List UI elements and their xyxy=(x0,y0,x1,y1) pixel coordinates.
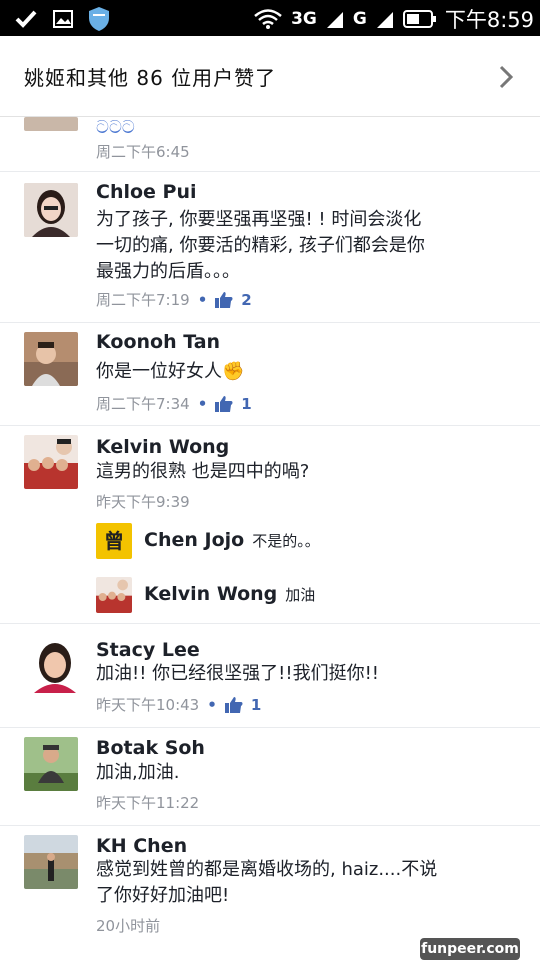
comment-line: 加油!! 你已经很坚强了!!我们挺你!! xyxy=(96,663,380,684)
thumbs-up-icon[interactable] xyxy=(215,291,233,308)
comment-meta: 周二下午7:19 • 2 xyxy=(96,289,252,310)
image-icon xyxy=(53,10,73,28)
avatar-image xyxy=(30,639,80,693)
avatar[interactable] xyxy=(24,332,78,386)
divider xyxy=(0,171,540,172)
comment-time: 20小时前 xyxy=(96,917,161,935)
avatar[interactable] xyxy=(24,835,78,889)
like-count: 1 xyxy=(241,394,252,413)
comment-text: 感觉到姓曾的都是离婚收场的, haiz....不说 了你好好加油吧! xyxy=(96,857,437,909)
divider xyxy=(0,425,540,426)
divider xyxy=(0,322,540,323)
comment-line: 了你好好加油吧! xyxy=(96,885,230,906)
meta-dot: • xyxy=(207,695,217,714)
reply-row: Kelvin Wong 加油 xyxy=(144,583,315,605)
comment-author[interactable]: KH Chen xyxy=(96,835,187,857)
comment-meta: 20小时前 xyxy=(96,915,160,936)
avatar[interactable] xyxy=(24,183,78,237)
chevron-right-icon[interactable] xyxy=(498,64,514,90)
comment-time: 昨天下午9:39 xyxy=(96,493,190,511)
avatar-image xyxy=(24,183,78,237)
watermark: funpeer.com xyxy=(420,938,520,960)
comment-list[interactable]: ටටට 周二下午6:45 Chloe Pui 为了孩子, 你要坚强再坚强! ! … xyxy=(0,117,540,960)
avatar-image xyxy=(24,435,78,489)
avatar[interactable]: 曾 xyxy=(96,523,132,559)
network-g-label: G xyxy=(352,9,367,29)
comment-text: 为了孩子, 你要坚强再坚强! ! 时间会淡化 一切的痛, 你要活的精彩, 孩子们… xyxy=(96,207,425,285)
avatar-image xyxy=(24,332,78,386)
comment-line: 你是一位好女人✊ xyxy=(96,361,245,382)
network-3g-label: 3G xyxy=(291,9,317,29)
comment-author[interactable]: Chloe Pui xyxy=(96,181,197,203)
avatar-image xyxy=(96,577,132,613)
comment-time: 昨天下午10:43 xyxy=(96,696,200,714)
comment-time: 周二下午7:19 xyxy=(96,291,190,309)
divider xyxy=(0,623,540,624)
avatar-image xyxy=(24,737,78,791)
comment-author[interactable]: Koonoh Tan xyxy=(96,331,220,353)
signal-icon xyxy=(376,12,393,28)
like-count: 2 xyxy=(241,290,252,309)
comment-line: 为了孩子, 你要坚强再坚强! ! 时间会淡化 xyxy=(96,209,422,230)
comment-line: 加油,加油. xyxy=(96,762,180,783)
avatar[interactable] xyxy=(24,117,78,131)
comment-line: 這男的很熟 也是四中的喎? xyxy=(96,461,310,482)
reply-text: 加油 xyxy=(285,586,316,604)
avatar[interactable] xyxy=(24,737,78,791)
check-icon xyxy=(15,10,37,28)
comment-author[interactable]: Kelvin Wong xyxy=(96,436,229,458)
shield-icon xyxy=(89,7,109,31)
comment-meta: 昨天下午11:22 xyxy=(96,792,199,813)
meta-dot: • xyxy=(197,290,208,309)
comment-line: 最强力的后盾。。。 xyxy=(96,261,240,282)
avatar-glyph: 曾 xyxy=(104,529,124,553)
likes-summary-text: 姚姬和其他 86 位用户赞了 xyxy=(24,66,277,90)
comment-text: 這男的很熟 也是四中的喎? xyxy=(96,459,309,485)
status-bar: 3G G 下午8:59 xyxy=(0,0,540,36)
reply-author[interactable]: Chen Jojo xyxy=(144,529,244,551)
likes-summary[interactable]: 姚姬和其他 86 位用户赞了 xyxy=(0,36,540,117)
avatar-image xyxy=(24,835,78,889)
reply-row: Chen Jojo 不是的。。 xyxy=(144,529,320,551)
clock: 下午8:59 xyxy=(444,8,534,32)
comment-author[interactable]: Stacy Lee xyxy=(96,639,200,661)
comment-text: 加油,加油. xyxy=(96,760,179,786)
like-count: 1 xyxy=(250,695,262,714)
comment-meta: 周二下午6:45 xyxy=(96,141,190,162)
thumbs-up-icon[interactable] xyxy=(224,696,243,713)
comment-text: 你是一位好女人✊ xyxy=(96,359,244,385)
comment-meta: 周二下午7:34 • 1 xyxy=(96,393,252,414)
divider xyxy=(0,727,540,728)
comment-time: 周二下午7:34 xyxy=(96,395,190,413)
comment-text: 加油!! 你已经很坚强了!!我们挺你!! xyxy=(96,661,379,687)
avatar[interactable] xyxy=(30,639,80,693)
divider xyxy=(0,825,540,826)
thumbs-up-icon[interactable] xyxy=(215,395,233,412)
emoji-text: ටටට xyxy=(96,117,135,138)
comment-line: 感觉到姓曾的都是离婚收场的, haiz....不说 xyxy=(96,859,438,880)
comment-time: 昨天下午11:22 xyxy=(96,794,200,812)
comment-meta: 昨天下午10:43 • 1 xyxy=(96,694,261,715)
reply-text: 不是的。。 xyxy=(252,532,320,550)
comment-meta: 昨天下午9:39 xyxy=(96,491,190,512)
avatar[interactable] xyxy=(24,435,78,489)
wifi-icon xyxy=(254,9,282,29)
signal-icon xyxy=(326,12,343,28)
battery-icon xyxy=(402,10,436,28)
comment-line: 一切的痛, 你要活的精彩, 孩子们都会是你 xyxy=(96,235,425,256)
avatar[interactable] xyxy=(96,577,132,613)
comment-time: 周二下午6:45 xyxy=(96,143,190,161)
reply-author[interactable]: Kelvin Wong xyxy=(144,583,277,605)
meta-dot: • xyxy=(197,394,208,413)
comment-author[interactable]: Botak Soh xyxy=(96,737,205,759)
